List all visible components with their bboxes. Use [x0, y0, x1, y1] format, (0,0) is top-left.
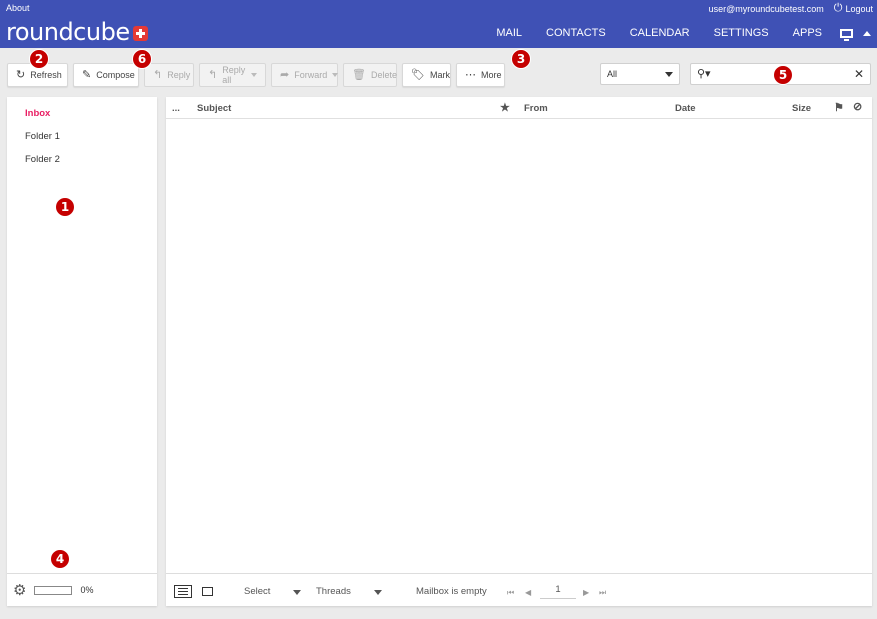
delete-button[interactable]: 🗑 Delete: [343, 63, 397, 87]
logout-button[interactable]: ⏻ Logout: [834, 3, 873, 14]
mark-button[interactable]: 🏷 Mark: [402, 63, 451, 87]
reply-all-label: Reply all: [222, 65, 246, 85]
threads-menu[interactable]: Threads: [316, 586, 351, 597]
flag-icon[interactable]: ⚑: [834, 101, 844, 114]
reply-all-dropdown-icon[interactable]: [251, 73, 257, 77]
mailbox-status: Mailbox is empty: [416, 586, 487, 597]
threads-chevron-down-icon[interactable]: [374, 590, 382, 595]
select-chevron-down-icon[interactable]: [293, 590, 301, 595]
message-filter-select[interactable]: All: [600, 63, 680, 85]
forward-button[interactable]: ➦ Forward: [271, 63, 339, 87]
desktop-view-button[interactable]: [834, 28, 859, 41]
folder-list: Inbox Folder 1 Folder 2: [7, 97, 157, 171]
column-subject[interactable]: Subject: [197, 103, 231, 114]
main-navigation: MAIL CONTACTS CALENDAR SETTINGS APPS: [484, 27, 877, 41]
plus-logo-icon: [132, 25, 148, 41]
mark-label: Mark: [429, 70, 450, 80]
gear-icon[interactable]: ⚙: [13, 583, 26, 598]
nav-calendar[interactable]: CALENDAR: [618, 27, 702, 39]
reply-icon: ↰: [153, 68, 163, 81]
collapse-header-icon[interactable]: [863, 30, 871, 36]
top-header: About user@myroundcubetest.com ⏻ Logout …: [0, 0, 877, 48]
thread-toggle-column[interactable]: ...: [172, 103, 180, 114]
last-page-icon[interactable]: ⏭: [599, 588, 606, 598]
chevron-down-icon: [665, 71, 673, 77]
paperclip-icon[interactable]: ⊘: [853, 100, 862, 113]
power-icon: ⏻: [833, 2, 843, 14]
pencil-icon: ✎: [82, 68, 92, 81]
reply-all-button[interactable]: ↰ Reply all: [199, 63, 266, 87]
folder-1[interactable]: Folder 1: [7, 125, 157, 148]
column-from[interactable]: From: [524, 103, 548, 114]
message-list-header: ... Subject ★ From Date Size ⚑ ⊘: [166, 97, 872, 119]
delete-label: Delete: [370, 70, 397, 80]
clear-search-icon[interactable]: ✕: [854, 67, 864, 81]
forward-dropdown-icon[interactable]: [332, 73, 339, 77]
column-size[interactable]: Size: [792, 103, 811, 114]
more-button[interactable]: ⋯ More: [456, 63, 505, 87]
previous-page-icon[interactable]: ◀: [525, 588, 531, 597]
next-page-icon[interactable]: ▶: [583, 588, 589, 597]
user-info: user@myroundcubetest.com ⏻ Logout: [709, 3, 873, 14]
message-list-panel: ... Subject ★ From Date Size ⚑ ⊘ Select …: [166, 97, 872, 606]
select-menu[interactable]: Select: [244, 586, 270, 597]
ellipsis-icon: ⋯: [465, 68, 476, 81]
reply-all-icon: ↰: [208, 68, 218, 81]
tag-icon: 🏷: [411, 68, 425, 81]
message-list-footer: Select Threads Mailbox is empty ⏮ ◀ 1 ▶ …: [166, 573, 872, 606]
trash-icon: 🗑: [352, 68, 366, 81]
callout-3: 3: [511, 49, 531, 69]
reply-button[interactable]: ↰ Reply: [144, 63, 194, 87]
compose-button[interactable]: ✎ Compose: [73, 63, 139, 87]
nav-apps[interactable]: APPS: [781, 27, 834, 39]
forward-label: Forward: [294, 70, 328, 80]
folder-inbox[interactable]: Inbox: [7, 102, 157, 125]
logo-text: roundcube: [6, 18, 130, 46]
callout-5: 5: [773, 65, 793, 85]
forward-icon: ➦: [280, 68, 290, 81]
message-preview-icon[interactable]: [202, 587, 213, 596]
nav-settings[interactable]: SETTINGS: [702, 27, 781, 39]
callout-1: 1: [55, 197, 75, 217]
folder-sidebar: Inbox Folder 1 Folder 2 ⚙ 0%: [7, 97, 157, 606]
callout-2: 2: [29, 49, 49, 69]
folder-2[interactable]: Folder 2: [7, 148, 157, 171]
nav-contacts[interactable]: CONTACTS: [534, 27, 618, 39]
more-label: More: [481, 70, 502, 80]
monitor-icon: [840, 28, 853, 41]
roundcube-logo[interactable]: roundcube: [6, 18, 148, 46]
filter-value: All: [607, 69, 618, 79]
column-date[interactable]: Date: [675, 103, 696, 114]
first-page-icon[interactable]: ⏮: [507, 588, 514, 598]
quota-percentage: 0%: [80, 585, 94, 595]
mail-toolbar: ↻ Refresh ✎ Compose ↰ Reply ↰ Reply all …: [7, 63, 505, 87]
page-number-input[interactable]: 1: [540, 583, 576, 599]
compose-label: Compose: [96, 70, 135, 80]
user-email: user@myroundcubetest.com: [708, 3, 824, 14]
search-options-icon[interactable]: ⚲▾: [697, 68, 711, 80]
nav-mail[interactable]: MAIL: [484, 27, 534, 39]
quota-bar: [34, 585, 73, 595]
reply-label: Reply: [167, 70, 191, 80]
callout-4: 4: [50, 549, 70, 569]
star-icon[interactable]: ★: [500, 101, 510, 114]
refresh-icon: ↻: [16, 68, 26, 81]
logout-label: Logout: [845, 3, 873, 14]
about-link[interactable]: About: [6, 3, 30, 13]
callout-6: 6: [132, 49, 152, 69]
list-view-icon[interactable]: [174, 585, 192, 598]
sidebar-footer: ⚙ 0%: [7, 573, 157, 606]
refresh-label: Refresh: [30, 70, 62, 80]
